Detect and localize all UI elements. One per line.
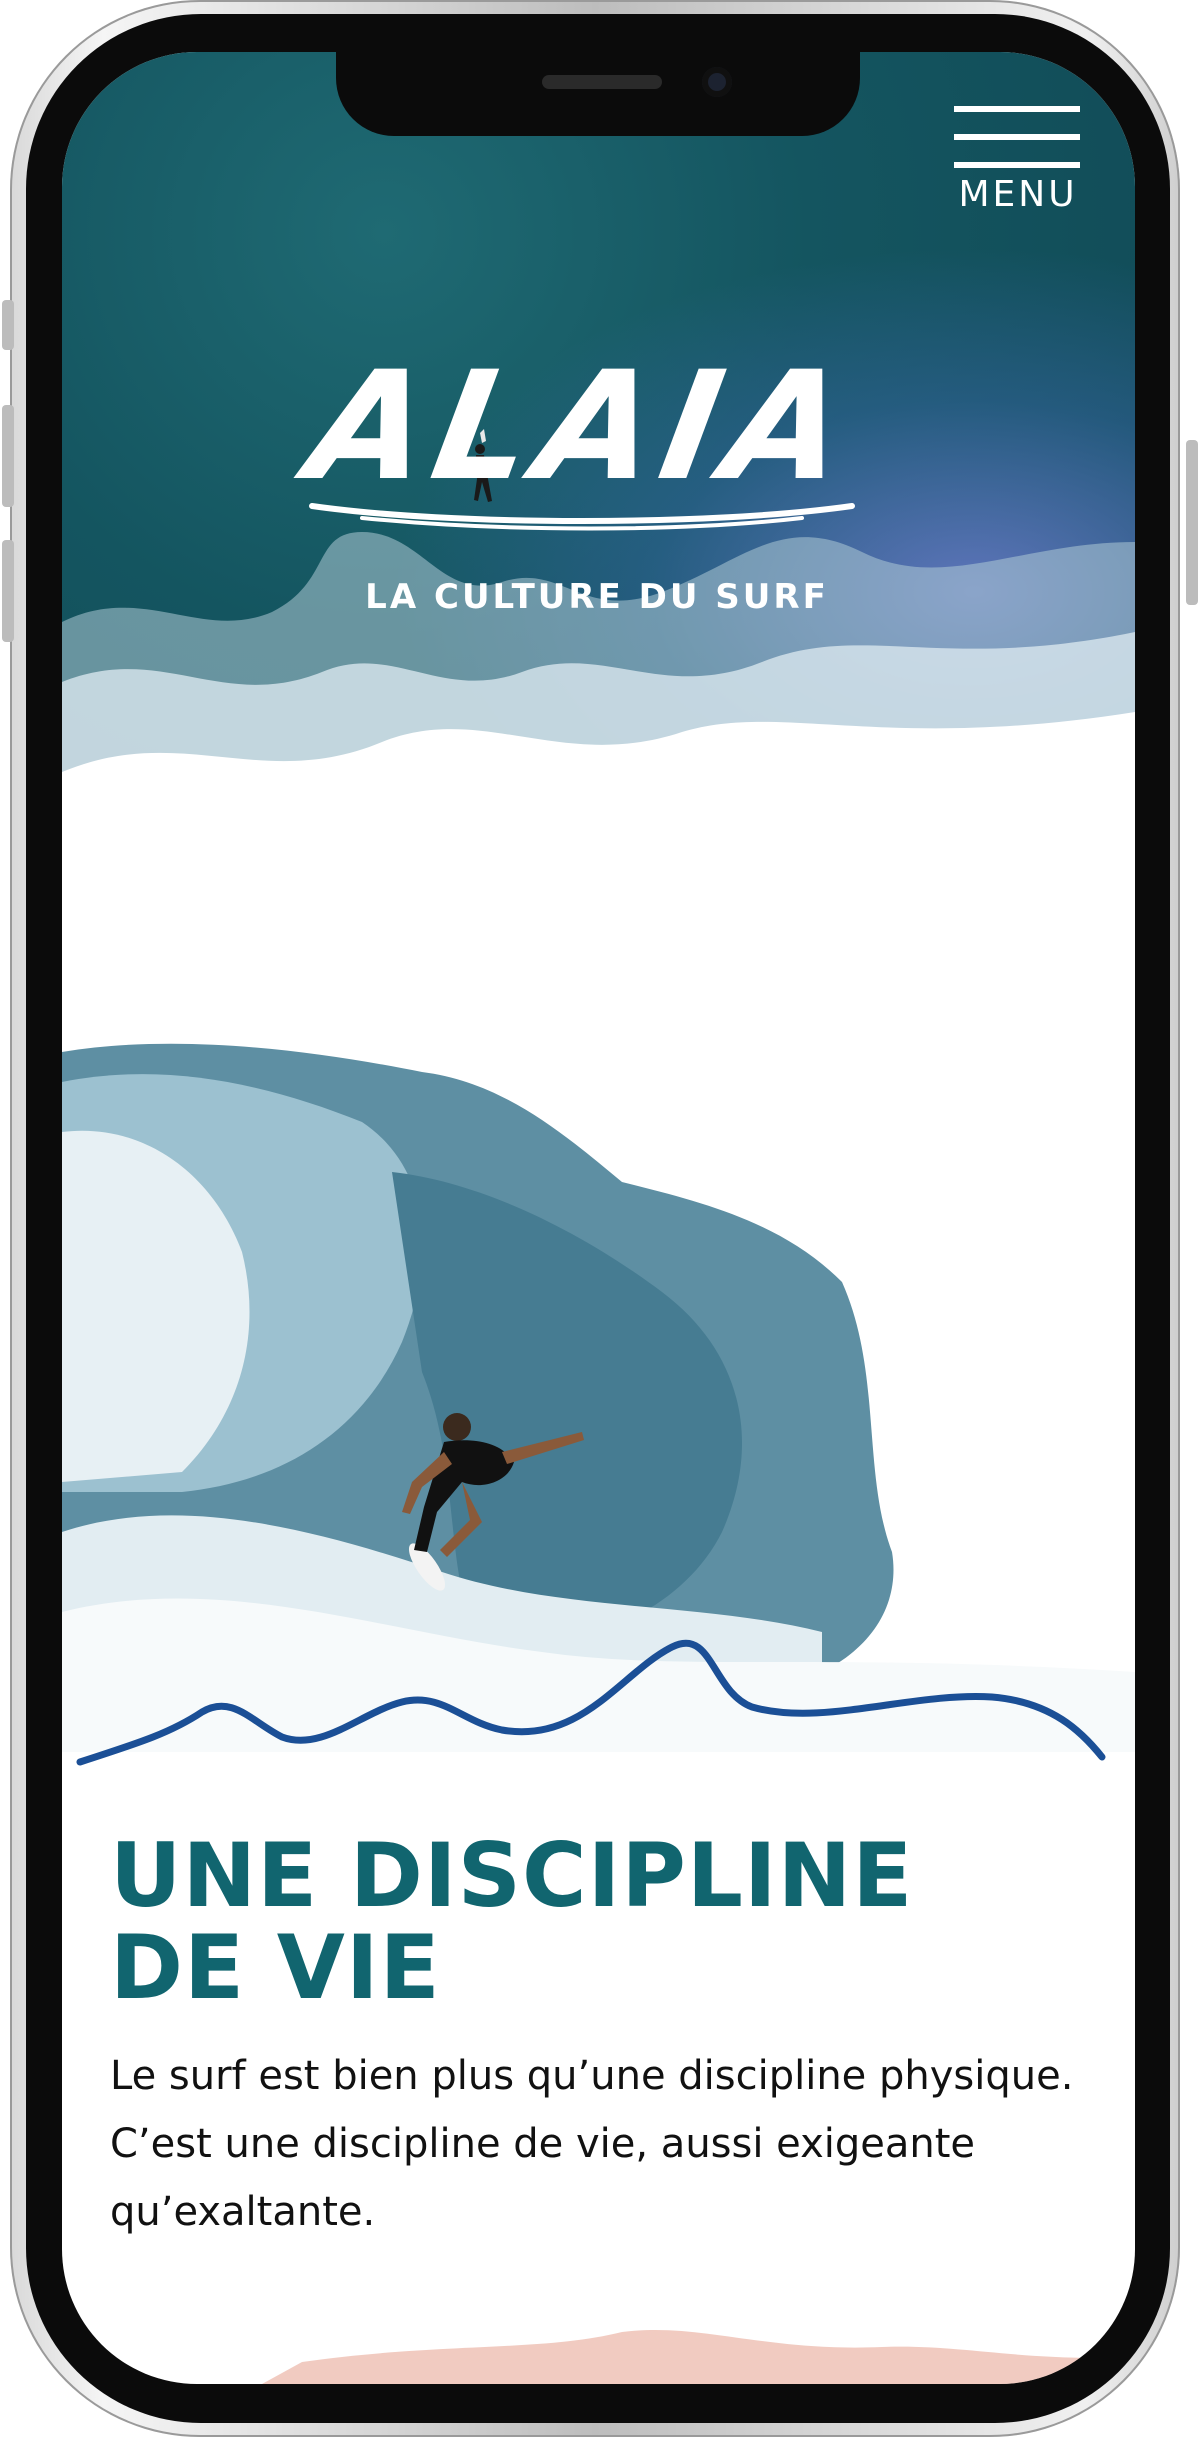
silent-switch [2,300,14,350]
wave-line-decoration [76,1639,1106,1766]
logo-wordmark: ALAIA [296,340,868,514]
menu-button[interactable]: MENU [948,106,1088,216]
tagline: LA CULTURE DU SURF [365,577,829,617]
hamburger-icon-line [954,134,1080,140]
wave-transition [62,532,1135,1072]
power-button [1186,440,1198,605]
section-headline: UNE DISCIPLINE DE VIE [110,1830,1090,2014]
hamburger-icon [954,106,1080,112]
volume-up-button [2,405,14,507]
notch [336,52,860,136]
speaker-grille [542,75,662,89]
volume-down-button [2,540,14,642]
screen: MENU ALAIA LA CULTURE DU SURF UNE DISCIP… [62,52,1135,2384]
front-camera [702,67,732,97]
headline-line-1: UNE DISCIPLINE [110,1824,914,1927]
menu-label: MENU [958,174,1078,215]
site-logo[interactable]: ALAIA [292,340,872,532]
coral-watercolor-decoration [262,2329,1135,2384]
hamburger-icon-line [954,162,1080,168]
headline-line-2: DE VIE [110,1916,441,2019]
section-body-text: Le surf est bien plus qu’une discipline … [110,2053,1074,2235]
